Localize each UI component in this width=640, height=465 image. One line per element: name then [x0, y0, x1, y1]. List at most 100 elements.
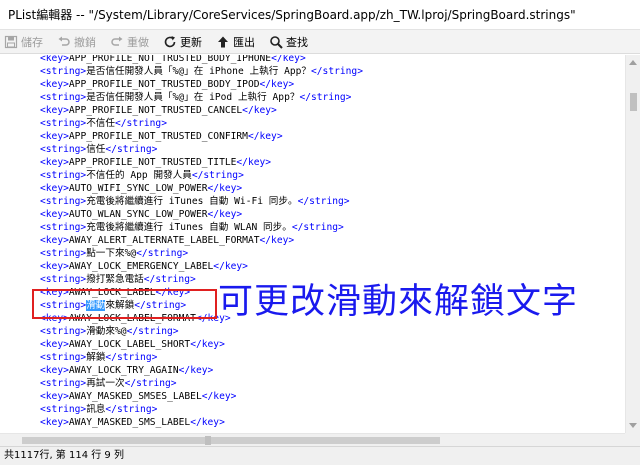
xml-open-tag: <string>: [40, 352, 87, 363]
xml-value: 是否信任開發人員「%@」在 iPhone 上執行 App？: [86, 66, 311, 77]
xml-close-tag: </key>: [207, 183, 243, 194]
xml-value: 信任: [86, 144, 106, 155]
code-text[interactable]: <key>APP_PROFILE_NOT_TRUSTED_BODY_IPHONE…: [40, 55, 625, 429]
code-line[interactable]: <key>APP_PROFILE_NOT_TRUSTED_TITLE</key>: [40, 156, 625, 169]
xml-close-tag: </string>: [143, 274, 196, 285]
code-line[interactable]: <key>AWAY_ALERT_ALTERNATE_LABEL_FORMAT</…: [40, 234, 625, 247]
xml-open-tag: <string>: [40, 248, 87, 259]
xml-open-tag: <key>: [40, 235, 69, 246]
xml-open-tag: <key>: [40, 183, 69, 194]
undo-icon: [57, 35, 71, 49]
code-line[interactable]: <string>不信任的 App 開發人員</string>: [40, 169, 625, 182]
xml-close-tag: </key>: [178, 365, 214, 376]
xml-value: 是否信任開發人員「%@」在 iPod 上執行 App？: [86, 92, 300, 103]
window-title: PList編輯器 -- "/System/Library/CoreService…: [0, 0, 640, 30]
xml-open-tag: <key>: [40, 131, 69, 142]
find-button[interactable]: 查找: [269, 31, 308, 53]
export-button[interactable]: 匯出: [216, 31, 255, 53]
xml-open-tag: <key>: [40, 55, 69, 64]
scroll-up-arrow-icon[interactable]: [629, 60, 637, 65]
xml-value: AWAY_LOCK_EMERGENCY_LABEL: [68, 261, 214, 272]
xml-close-tag: </string>: [191, 170, 244, 181]
xml-value: AWAY_MASKED_SMSES_LABEL: [68, 391, 202, 402]
code-line[interactable]: <key>APP_PROFILE_NOT_TRUSTED_CONFIRM</ke…: [40, 130, 625, 143]
code-line[interactable]: <key>APP_PROFILE_NOT_TRUSTED_CANCEL</key…: [40, 104, 625, 117]
xml-open-tag: <string>: [40, 404, 87, 415]
code-editor[interactable]: <key>APP_PROFILE_NOT_TRUSTED_BODY_IPHONE…: [0, 55, 625, 433]
xml-value: APP_PROFILE_NOT_TRUSTED_CONFIRM: [68, 131, 248, 142]
save-label: 儲存: [21, 35, 43, 49]
xml-close-tag: </key>: [190, 417, 225, 428]
xml-close-tag: </string>: [136, 248, 189, 259]
code-line[interactable]: <string>解鎖</string>: [40, 351, 625, 364]
code-line[interactable]: <key>AWAY_LOCK_EMERGENCY_LABEL</key>: [40, 260, 625, 273]
xml-value: 不信任: [86, 118, 115, 129]
xml-close-tag: </string>: [105, 352, 158, 363]
code-line[interactable]: <string>信任</string>: [40, 143, 625, 156]
horizontal-scrollbar[interactable]: [0, 433, 625, 446]
code-line[interactable]: <key>AWAY_MASKED_SMSES_LABEL</key>: [40, 390, 625, 403]
code-line[interactable]: <key>AUTO_WLAN_SYNC_LOW_POWER</key>: [40, 208, 625, 221]
xml-value: AWAY_MASKED_SMS_LABEL: [68, 417, 191, 428]
xml-open-tag: <string>: [40, 144, 87, 155]
code-line[interactable]: <key>AWAY_LOCK_TRY_AGAIN</key>: [40, 364, 625, 377]
code-line[interactable]: <string>充電後將繼續進行 iTunes 自動 WLAN 同步。</str…: [40, 221, 625, 234]
code-line[interactable]: <string>再試一次</string>: [40, 377, 625, 390]
code-line[interactable]: <string>不信任</string>: [40, 117, 625, 130]
vertical-scrollbar[interactable]: [625, 55, 640, 433]
xml-open-tag: <key>: [40, 209, 69, 220]
code-line[interactable]: <string>是否信任開發人員「%@」在 iPod 上執行 App？</str…: [40, 91, 625, 104]
xml-close-tag: </key>: [271, 55, 306, 64]
xml-value: 點一下來%@: [86, 248, 137, 259]
code-line[interactable]: <key>AWAY_LOCK_LABEL_SHORT</key>: [40, 338, 625, 351]
redo-button[interactable]: 重做: [110, 31, 149, 53]
undo-button[interactable]: 撤銷: [57, 31, 96, 53]
code-line[interactable]: <key>AUTO_WIFI_SYNC_LOW_POWER</key>: [40, 182, 625, 195]
code-line[interactable]: <string>是否信任開發人員「%@」在 iPhone 上執行 App？</s…: [40, 65, 625, 78]
xml-open-tag: <string>: [40, 92, 87, 103]
search-icon: [269, 35, 283, 49]
save-button[interactable]: 儲存: [4, 31, 43, 53]
horizontal-scroll-thumb[interactable]: [22, 437, 440, 444]
xml-value: 訊息: [86, 404, 106, 415]
code-line[interactable]: <string>點一下來%@</string>: [40, 247, 625, 260]
scroll-down-arrow-icon[interactable]: [629, 423, 637, 428]
xml-value: 滑動來%@: [86, 326, 127, 337]
find-label: 查找: [286, 35, 308, 49]
xml-close-tag: </key>: [242, 105, 277, 116]
redo-icon: [110, 35, 124, 49]
xml-close-tag: </string>: [311, 66, 363, 77]
xml-close-tag: </key>: [236, 157, 272, 168]
xml-open-tag: <string>: [40, 118, 87, 129]
code-line[interactable]: <key>APP_PROFILE_NOT_TRUSTED_BODY_IPOD</…: [40, 78, 625, 91]
code-line[interactable]: <string>滑動來%@</string>: [40, 325, 625, 338]
redo-label: 重做: [127, 35, 149, 49]
xml-open-tag: <key>: [40, 365, 69, 376]
xml-close-tag: </string>: [115, 118, 167, 129]
code-line[interactable]: <key>AWAY_MASKED_SMS_LABEL</key>: [40, 416, 625, 429]
xml-value: 解鎖: [86, 352, 106, 363]
code-line[interactable]: <string>充電後將繼續進行 iTunes 自動 Wi-Fi 同步。</st…: [40, 195, 625, 208]
xml-open-tag: <key>: [40, 157, 69, 168]
highlight-box: [32, 289, 217, 319]
scrollbar-corner: [625, 433, 640, 446]
code-line[interactable]: <key>APP_PROFILE_NOT_TRUSTED_BODY_IPHONE…: [40, 55, 625, 65]
xml-value: APP_PROFILE_NOT_TRUSTED_CANCEL: [68, 105, 243, 116]
xml-open-tag: <string>: [40, 274, 87, 285]
xml-open-tag: <key>: [40, 105, 69, 116]
scroll-grip-icon: [205, 436, 211, 445]
code-line[interactable]: <string>訊息</string>: [40, 403, 625, 416]
xml-open-tag: <string>: [40, 326, 87, 337]
vertical-scroll-thumb[interactable]: [630, 93, 637, 111]
refresh-icon: [163, 35, 177, 49]
xml-open-tag: <string>: [40, 66, 87, 77]
xml-value: 再試一次: [86, 378, 125, 389]
refresh-button[interactable]: 更新: [163, 31, 202, 53]
refresh-label: 更新: [180, 35, 202, 49]
xml-open-tag: <key>: [40, 391, 69, 402]
status-bar: 共1117行, 第 114 行 9 列: [0, 446, 640, 465]
xml-value: AUTO_WLAN_SYNC_LOW_POWER: [68, 209, 208, 220]
xml-open-tag: <string>: [40, 196, 87, 207]
xml-open-tag: <string>: [40, 222, 87, 233]
xml-open-tag: <key>: [40, 261, 69, 272]
